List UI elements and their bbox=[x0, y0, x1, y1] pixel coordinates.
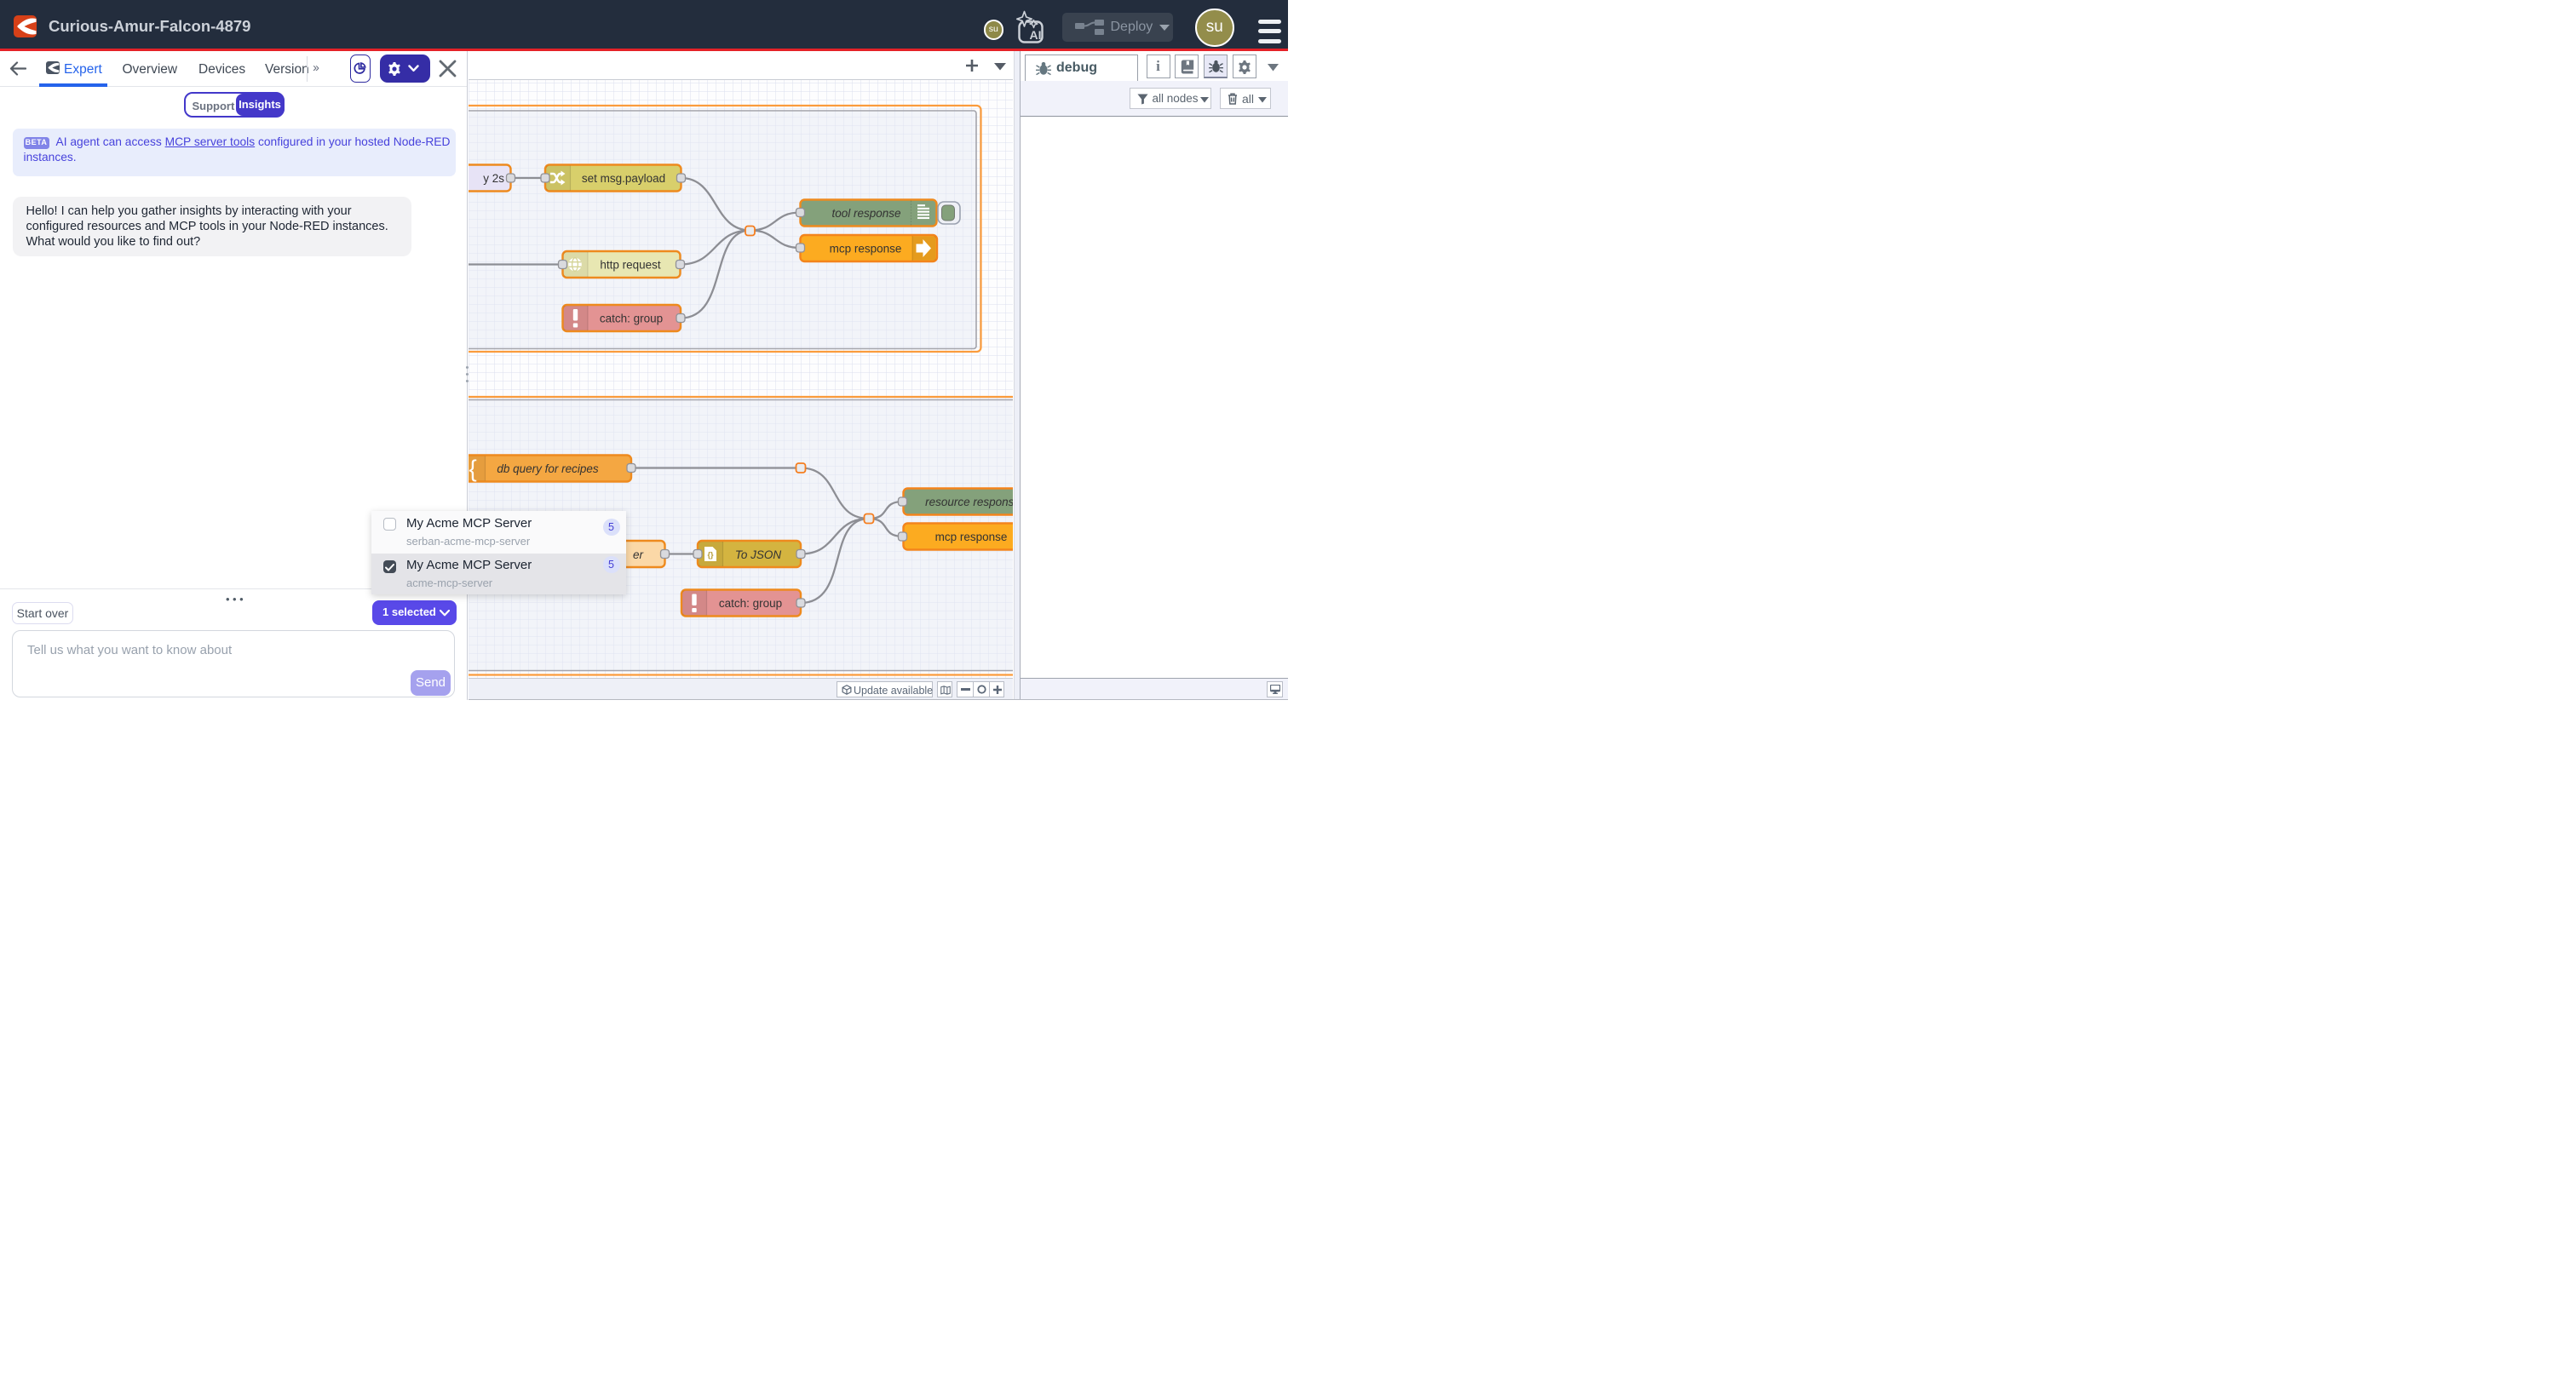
svg-text:y 2s: y 2s bbox=[483, 172, 504, 185]
svg-text:set msg.payload: set msg.payload bbox=[582, 172, 665, 185]
svg-text:mcp response: mcp response bbox=[935, 531, 1008, 543]
svg-text:http request: http request bbox=[600, 258, 661, 271]
svg-text:resource response: resource response bbox=[925, 496, 1013, 508]
svg-text:{: { bbox=[469, 455, 476, 481]
svg-text:AI: AI bbox=[1030, 28, 1042, 42]
svg-text:To JSON: To JSON bbox=[735, 548, 782, 561]
svg-text:db query for recipes: db query for recipes bbox=[497, 462, 599, 475]
svg-text:{}: {} bbox=[707, 550, 714, 559]
svg-text:catch: group: catch: group bbox=[600, 312, 663, 324]
svg-text:er: er bbox=[633, 548, 644, 561]
svg-text:catch: group: catch: group bbox=[719, 597, 782, 610]
svg-text:tool response: tool response bbox=[831, 207, 900, 220]
svg-text:mcp response: mcp response bbox=[830, 242, 902, 255]
